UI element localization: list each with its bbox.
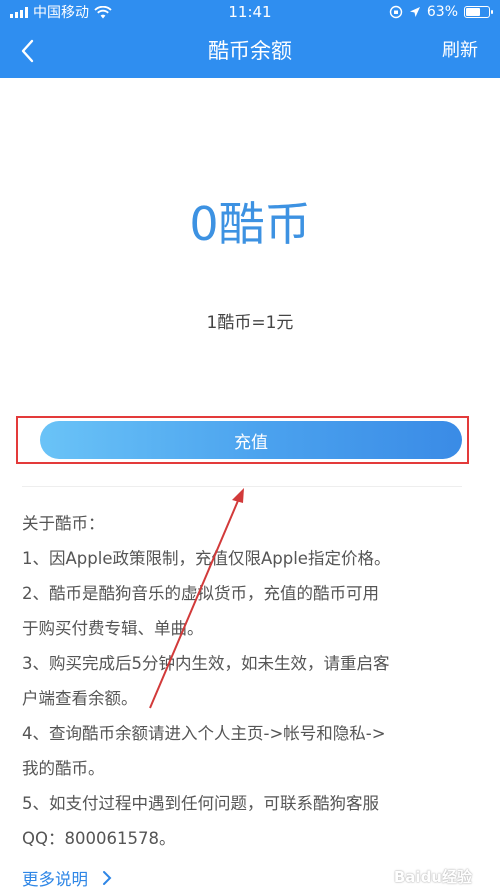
recharge-button[interactable]: 充值 <box>40 421 462 459</box>
page-title: 酷币余额 <box>208 39 292 63</box>
watermark: Baidu经验 <box>393 868 472 886</box>
wifi-icon <box>94 5 112 18</box>
info-line: 5、如支付过程中遇到任何问题，可联系酷狗客服 <box>22 794 379 813</box>
divider <box>22 486 462 487</box>
info-line: 1、因Apple政策限制，充值仅限Apple指定价格。 <box>22 549 391 568</box>
recharge-highlight-box: 充值 <box>16 416 469 464</box>
info-line: 我的酷币。 <box>22 759 105 778</box>
info-line: 于购买付费专辑、单曲。 <box>22 619 204 638</box>
location-icon <box>409 7 420 17</box>
info-heading: 关于酷币： <box>22 514 105 533</box>
more-info-label: 更多说明 <box>22 870 88 889</box>
info-lines: 1、因Apple政策限制，充值仅限Apple指定价格。 2、酷币是酷狗音乐的虚拟… <box>22 541 482 856</box>
info-line: 户端查看余额。 <box>22 689 138 708</box>
info-line: QQ：800061578。 <box>22 829 176 848</box>
carrier-label: 中国移动 <box>33 5 89 21</box>
more-info-link[interactable]: 更多说明 <box>22 866 112 889</box>
info-section: 关于酷币： <box>22 506 482 541</box>
chevron-right-icon <box>103 871 112 885</box>
exchange-rate: 1酷币=1元 <box>206 313 294 333</box>
balance-amount: 0酷币 <box>189 197 311 251</box>
battery-percent: 63% <box>426 4 458 20</box>
status-bar: 中国移动 11:41 63% <box>0 0 500 24</box>
signal-icon <box>10 6 28 18</box>
status-right: 63% <box>389 4 493 20</box>
info-line: 3、购买完成后5分钟内生效，如未生效，请重启客 <box>22 654 390 673</box>
status-left: 中国移动 <box>10 2 389 22</box>
battery-icon <box>464 6 493 18</box>
info-line: 4、查询酷币余额请进入个人主页->帐号和隐私-> <box>22 724 386 743</box>
orientation-lock-icon <box>389 5 403 19</box>
info-line: 2、酷币是酷狗音乐的虚拟货币，充值的酷币可用 <box>22 584 379 603</box>
refresh-button[interactable]: 刷新 <box>442 24 478 78</box>
nav-bar: 酷币余额 刷新 <box>0 24 500 78</box>
